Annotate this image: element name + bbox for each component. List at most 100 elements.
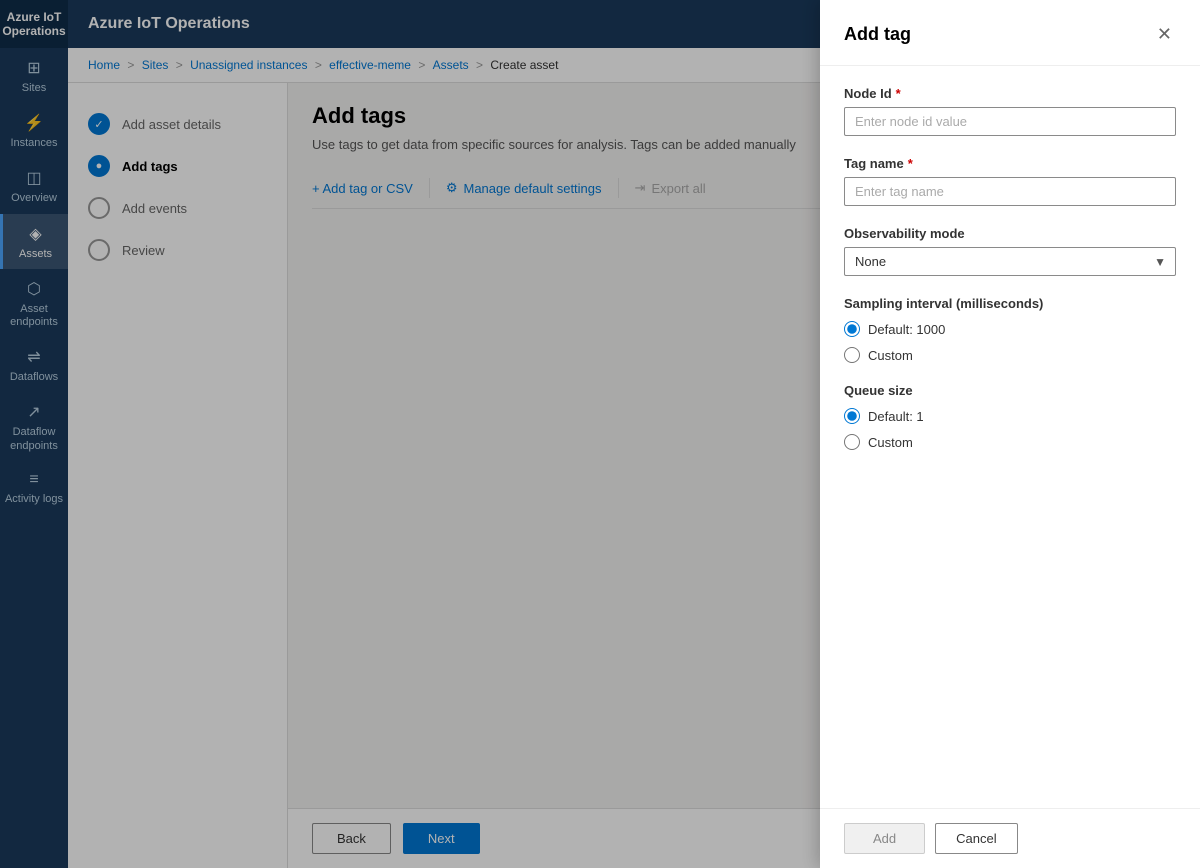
breadcrumb-sep-0: > (127, 58, 137, 72)
panel-header: Add tag ✕ (820, 0, 1200, 66)
app-title: Azure IoT Operations (0, 10, 68, 39)
cancel-button[interactable]: Cancel (935, 823, 1017, 854)
observability-mode-select-wrapper: None Gauge Counter Histogram Log ▼ (844, 247, 1176, 276)
sidebar-item-label-dataflows: Dataflows (10, 371, 58, 384)
toolbar-separator (429, 178, 430, 198)
gear-icon: ⚙ (446, 180, 458, 196)
app-title-topbar: Azure IoT Operations (88, 15, 250, 33)
sidebar-item-sites[interactable]: ⊞ Sites (0, 48, 68, 103)
breadcrumb-home[interactable]: Home (88, 58, 120, 72)
sampling-interval-radio-group: Default: 1000 Custom (844, 321, 1176, 363)
step-circle-4 (88, 239, 110, 261)
queue-default-radio[interactable] (844, 408, 860, 424)
export-icon: ⇥ (635, 180, 646, 196)
breadcrumb-sep-4: > (476, 58, 486, 72)
breadcrumb-meme[interactable]: effective-meme (329, 58, 411, 72)
queue-size-label: Queue size (844, 383, 1176, 398)
step-review[interactable]: Review (68, 229, 287, 271)
sidebar-item-overview[interactable]: ◫ Overview (0, 158, 68, 213)
assets-icon: ◈ (29, 224, 41, 244)
tag-name-field-group: Tag name * (844, 156, 1176, 206)
step-circle-3 (88, 197, 110, 219)
step-circle-1 (88, 113, 110, 135)
sidebar-item-label-dataflow-endpoints: Dataflow endpoints (0, 426, 68, 452)
queue-size-radio-group: Default: 1 Custom (844, 408, 1176, 450)
dataflows-icon: ⇌ (27, 347, 40, 367)
node-id-label: Node Id * (844, 86, 1176, 101)
close-icon: ✕ (1157, 24, 1172, 45)
breadcrumb-sep-2: > (315, 58, 325, 72)
export-all-button[interactable]: ⇥ Export all (635, 176, 706, 200)
node-id-required: * (896, 86, 901, 101)
queue-custom-option[interactable]: Custom (844, 434, 1176, 450)
queue-default-option[interactable]: Default: 1 (844, 408, 1176, 424)
breadcrumb-unassigned[interactable]: Unassigned instances (190, 58, 307, 72)
sidebar-item-dataflows[interactable]: ⇌ Dataflows (0, 337, 68, 392)
add-tag-csv-button[interactable]: + Add tag or CSV (312, 177, 413, 200)
panel-footer: Add Cancel (820, 808, 1200, 868)
add-tag-panel: Add tag ✕ Node Id * Tag name * Observabi… (820, 0, 1200, 868)
sidebar-item-label-activity-logs: Activity logs (5, 493, 63, 506)
panel-close-button[interactable]: ✕ (1153, 20, 1176, 49)
sidebar-item-label-assets: Assets (19, 248, 52, 261)
app-header: Azure IoT Operations (0, 0, 68, 48)
sampling-interval-label: Sampling interval (milliseconds) (844, 296, 1176, 311)
queue-size-field-group: Queue size Default: 1 Custom (844, 383, 1176, 450)
breadcrumb-current: Create asset (490, 58, 558, 72)
activity-logs-icon: ≡ (29, 471, 38, 489)
node-id-input[interactable] (844, 107, 1176, 136)
sites-icon: ⊞ (27, 58, 40, 78)
asset-endpoints-icon: ⬡ (27, 279, 41, 299)
sidebar-item-label-asset-endpoints: Asset endpoints (0, 303, 68, 329)
step-add-asset-details[interactable]: Add asset details (68, 103, 287, 145)
sampling-custom-option[interactable]: Custom (844, 347, 1176, 363)
node-id-field-group: Node Id * (844, 86, 1176, 136)
overview-icon: ◫ (26, 168, 41, 188)
sidebar-item-label-instances: Instances (10, 137, 57, 150)
queue-custom-radio[interactable] (844, 434, 860, 450)
breadcrumb-sep-3: > (418, 58, 428, 72)
sidebar-item-label-sites: Sites (22, 82, 46, 95)
sampling-custom-radio[interactable] (844, 347, 860, 363)
manage-default-settings-button[interactable]: ⚙ Manage default settings (446, 176, 602, 200)
sidebar-item-assets[interactable]: ◈ Assets (0, 214, 68, 269)
toolbar-separator-2 (618, 178, 619, 198)
next-button[interactable]: Next (403, 823, 480, 854)
sampling-custom-label: Custom (868, 348, 913, 363)
observability-mode-label: Observability mode (844, 226, 1176, 241)
dataflow-endpoints-icon: ↗ (27, 402, 40, 422)
panel-title: Add tag (844, 24, 911, 45)
tag-name-required: * (908, 156, 913, 171)
add-button[interactable]: Add (844, 823, 925, 854)
sidebar-item-activity-logs[interactable]: ≡ Activity logs (0, 461, 68, 514)
step-circle-2: ● (88, 155, 110, 177)
breadcrumb-sites[interactable]: Sites (142, 58, 169, 72)
back-button[interactable]: Back (312, 823, 391, 854)
queue-custom-label: Custom (868, 435, 913, 450)
step-label-1: Add asset details (122, 117, 221, 132)
observability-mode-field-group: Observability mode None Gauge Counter Hi… (844, 226, 1176, 276)
steps-panel: Add asset details ● Add tags Add events … (68, 83, 288, 868)
sampling-default-label: Default: 1000 (868, 322, 945, 337)
sidebar-item-asset-endpoints[interactable]: ⬡ Asset endpoints (0, 269, 68, 337)
instances-icon: ⚡ (24, 113, 44, 133)
sidebar-item-dataflow-endpoints[interactable]: ↗ Dataflow endpoints (0, 392, 68, 460)
step-label-4: Review (122, 243, 165, 258)
panel-body: Node Id * Tag name * Observability mode … (820, 66, 1200, 808)
observability-mode-select[interactable]: None Gauge Counter Histogram Log (844, 247, 1176, 276)
queue-default-label: Default: 1 (868, 409, 924, 424)
step-add-events[interactable]: Add events (68, 187, 287, 229)
sampling-interval-field-group: Sampling interval (milliseconds) Default… (844, 296, 1176, 363)
breadcrumb-assets[interactable]: Assets (433, 58, 469, 72)
step-add-tags[interactable]: ● Add tags (68, 145, 287, 187)
step-label-2: Add tags (122, 159, 178, 174)
breadcrumb-sep-1: > (176, 58, 186, 72)
step-label-3: Add events (122, 201, 187, 216)
sidebar-item-instances[interactable]: ⚡ Instances (0, 103, 68, 158)
sidebar: Azure IoT Operations ⊞ Sites ⚡ Instances… (0, 0, 68, 868)
tag-name-label: Tag name * (844, 156, 1176, 171)
sidebar-item-label-overview: Overview (11, 192, 57, 205)
sampling-default-option[interactable]: Default: 1000 (844, 321, 1176, 337)
sampling-default-radio[interactable] (844, 321, 860, 337)
tag-name-input[interactable] (844, 177, 1176, 206)
